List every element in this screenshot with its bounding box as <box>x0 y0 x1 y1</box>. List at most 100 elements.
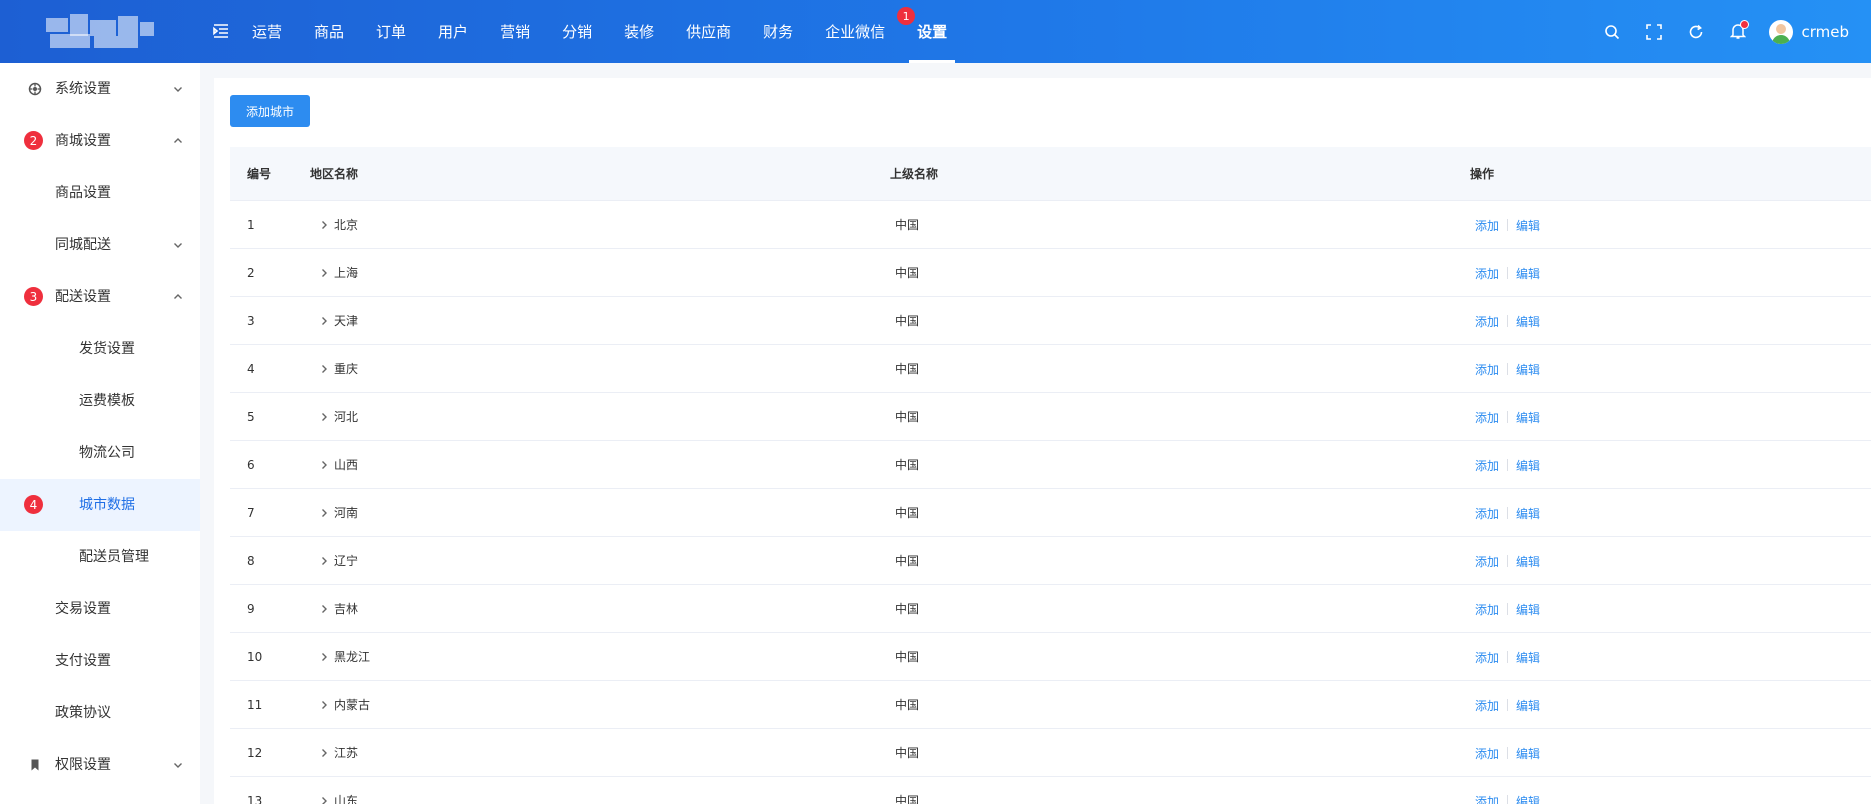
top-nav-item[interactable]: 1 设置 <box>897 0 963 63</box>
user-menu[interactable]: crmeb <box>1769 19 1849 44</box>
add-link[interactable]: 添加 <box>1475 553 1499 570</box>
username: crmeb <box>1801 22 1849 41</box>
add-link[interactable]: 添加 <box>1475 265 1499 282</box>
add-link[interactable]: 添加 <box>1475 313 1499 330</box>
chevron-down-icon <box>172 83 184 95</box>
sidebar-item[interactable]: 支付设置 <box>0 635 200 687</box>
edit-link[interactable]: 编辑 <box>1516 505 1540 522</box>
chevron-right-icon[interactable] <box>318 795 330 804</box>
add-link[interactable]: 添加 <box>1475 649 1499 666</box>
chevron-right-icon[interactable] <box>318 747 330 759</box>
row-actions: 添加 编辑 <box>1475 201 1540 249</box>
sidebar: 系统设置 2 商城设置 商品设置 同城配送 3 配送设置发货设置运费模板物流公司 4 城市数据配… <box>0 63 200 804</box>
table-row: 7 河南 中国 添加 编辑 <box>230 489 1871 537</box>
top-nav-item[interactable]: 分销 <box>546 0 608 63</box>
add-link[interactable]: 添加 <box>1475 793 1499 804</box>
column-header-parent: 上级名称 <box>890 167 939 181</box>
parent-name: 中国 <box>895 746 920 760</box>
menu-toggle-icon[interactable] <box>212 22 230 40</box>
refresh-icon[interactable] <box>1675 11 1717 53</box>
bell-icon[interactable] <box>1717 11 1759 53</box>
add-link[interactable]: 添加 <box>1475 505 1499 522</box>
row-actions: 添加 编辑 <box>1475 393 1540 441</box>
chevron-right-icon[interactable] <box>318 363 330 375</box>
search-icon[interactable] <box>1591 11 1633 53</box>
sidebar-item[interactable]: 商品设置 <box>0 167 200 219</box>
chevron-right-icon[interactable] <box>318 507 330 519</box>
top-nav-item[interactable]: 财务 <box>747 0 809 63</box>
fullscreen-icon[interactable] <box>1633 11 1675 53</box>
step-badge: 3 <box>24 287 43 306</box>
top-nav-item[interactable]: 商品 <box>298 0 360 63</box>
divider <box>1507 411 1509 423</box>
top-nav-item[interactable]: 营销 <box>484 0 546 63</box>
sidebar-item[interactable]: 4 城市数据 <box>0 479 200 531</box>
chevron-right-icon[interactable] <box>318 651 330 663</box>
edit-link[interactable]: 编辑 <box>1516 601 1540 618</box>
sidebar-item[interactable]: 系统设置 <box>0 63 200 115</box>
sidebar-item[interactable]: 3 配送设置 <box>0 271 200 323</box>
edit-link[interactable]: 编辑 <box>1516 793 1540 804</box>
parent-name: 中国 <box>895 506 920 520</box>
sidebar-item[interactable]: 政策协议 <box>0 687 200 739</box>
add-link[interactable]: 添加 <box>1475 697 1499 714</box>
sidebar-item[interactable]: 交易设置 <box>0 583 200 635</box>
sidebar-item[interactable]: 发货设置 <box>0 323 200 375</box>
chevron-right-icon[interactable] <box>318 219 330 231</box>
edit-link[interactable]: 编辑 <box>1516 313 1540 330</box>
top-nav-item[interactable]: 订单 <box>360 0 422 63</box>
add-link[interactable]: 添加 <box>1475 361 1499 378</box>
top-nav-label: 商品 <box>314 23 345 41</box>
sidebar-item-label: 配送员管理 <box>79 549 149 565</box>
edit-link[interactable]: 编辑 <box>1516 697 1540 714</box>
sidebar-item[interactable]: 运费模板 <box>0 375 200 427</box>
parent-name: 中国 <box>895 794 920 804</box>
add-city-button[interactable]: 添加城市 <box>230 95 310 127</box>
top-nav-item[interactable]: 用户 <box>422 0 484 63</box>
top-nav-item[interactable]: 企业微信 <box>809 0 901 63</box>
add-link[interactable]: 添加 <box>1475 217 1499 234</box>
add-link[interactable]: 添加 <box>1475 745 1499 762</box>
region-name: 山东 <box>334 794 359 804</box>
chevron-right-icon[interactable] <box>318 411 330 423</box>
sidebar-item[interactable]: 权限设置 <box>0 739 200 791</box>
chevron-right-icon[interactable] <box>318 459 330 471</box>
city-table: 编号 地区名称 上级名称 操作 1 北京 中国 添加 编辑 2 上海 中国 添加 编辑 3 天津 中国添… <box>230 147 1871 804</box>
sidebar-item-label: 运费模板 <box>79 393 135 409</box>
chevron-right-icon[interactable] <box>318 555 330 567</box>
divider <box>1507 747 1509 759</box>
table-row: 12 江苏 中国 添加 编辑 <box>230 729 1871 777</box>
add-link[interactable]: 添加 <box>1475 457 1499 474</box>
edit-link[interactable]: 编辑 <box>1516 457 1540 474</box>
top-nav-item[interactable]: 装修 <box>608 0 670 63</box>
row-id: 3 <box>247 314 255 328</box>
top-nav-item[interactable]: 供应商 <box>670 0 747 63</box>
add-link[interactable]: 添加 <box>1475 409 1499 426</box>
edit-link[interactable]: 编辑 <box>1516 409 1540 426</box>
row-id: 4 <box>247 362 255 376</box>
top-nav-label: 营销 <box>500 23 531 41</box>
brand-logo[interactable] <box>36 10 162 56</box>
edit-link[interactable]: 编辑 <box>1516 217 1540 234</box>
sidebar-item[interactable]: 2 商城设置 <box>0 115 200 167</box>
row-actions: 添加 编辑 <box>1475 345 1540 393</box>
top-nav-item[interactable]: 运营 <box>236 0 298 63</box>
chevron-up-icon <box>172 291 184 303</box>
sidebar-item-label: 发货设置 <box>79 341 135 357</box>
chevron-right-icon[interactable] <box>318 603 330 615</box>
chevron-right-icon[interactable] <box>318 699 330 711</box>
sidebar-item[interactable]: 同城配送 <box>0 219 200 271</box>
sidebar-item[interactable]: 配送员管理 <box>0 531 200 583</box>
edit-link[interactable]: 编辑 <box>1516 745 1540 762</box>
edit-link[interactable]: 编辑 <box>1516 265 1540 282</box>
edit-link[interactable]: 编辑 <box>1516 649 1540 666</box>
chevron-right-icon[interactable] <box>318 315 330 327</box>
sidebar-item[interactable]: 物流公司 <box>0 427 200 479</box>
chevron-right-icon[interactable] <box>318 267 330 279</box>
edit-link[interactable]: 编辑 <box>1516 361 1540 378</box>
edit-link[interactable]: 编辑 <box>1516 553 1540 570</box>
sidebar-item-label: 交易设置 <box>55 601 111 617</box>
table-header: 编号 地区名称 上级名称 操作 <box>230 147 1871 201</box>
divider <box>1507 555 1509 567</box>
add-link[interactable]: 添加 <box>1475 601 1499 618</box>
